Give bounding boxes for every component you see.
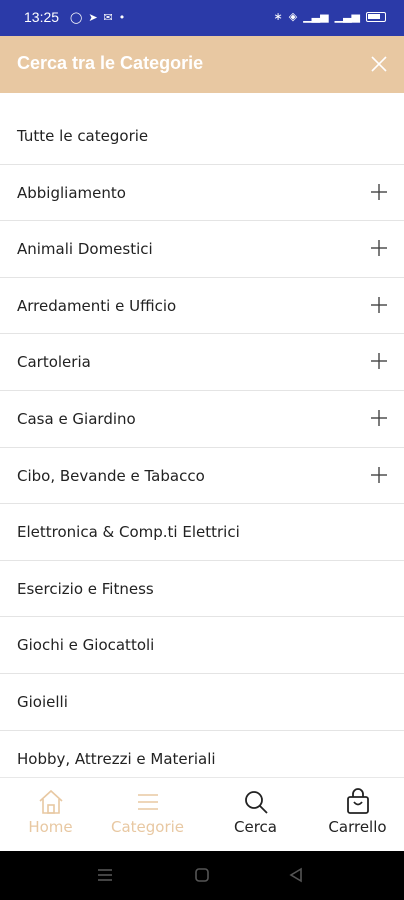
status-bar: 13:25 ◯ ➤ ✉ • ∗ ◈ ▁▃▅ ▁▃▅ bbox=[0, 0, 404, 36]
category-label: Cartoleria bbox=[17, 353, 91, 372]
close-icon[interactable] bbox=[368, 53, 390, 75]
menu-icon bbox=[137, 794, 158, 810]
signal-icon-2: ▁▃▅ bbox=[334, 10, 360, 23]
back-icon[interactable] bbox=[288, 867, 304, 883]
whatsapp-icon: ◯ bbox=[70, 11, 83, 24]
vibrate-icon: ◈ bbox=[288, 10, 298, 23]
cart-icon bbox=[346, 788, 369, 814]
nav-categorie-label: Categorie bbox=[110, 818, 185, 836]
category-label: Tutte le categorie bbox=[17, 127, 149, 145]
category-label: Arredamenti e Ufficio bbox=[17, 296, 177, 315]
mail-icon: ✉ bbox=[103, 11, 113, 24]
plus-icon[interactable] bbox=[370, 183, 388, 201]
plus-icon[interactable] bbox=[370, 352, 388, 370]
plus-icon[interactable] bbox=[370, 466, 388, 484]
category-label: Cibo, Bevande e Tabacco bbox=[17, 466, 205, 485]
home-button-icon[interactable] bbox=[194, 867, 210, 883]
category-label: Abbigliamento bbox=[17, 183, 126, 202]
category-label: Esercizio e Fitness bbox=[17, 579, 154, 598]
search-icon bbox=[244, 791, 268, 814]
notification-icons: ◯ ➤ ✉ • bbox=[70, 11, 125, 24]
category-label: Giochi e Giocattoli bbox=[17, 636, 155, 655]
nav-carrello[interactable]: Carrello bbox=[307, 778, 404, 852]
category-item[interactable]: Cibo, Bevande e Tabacco bbox=[0, 448, 404, 505]
nav-home-label: Home bbox=[28, 818, 73, 836]
recents-icon[interactable] bbox=[96, 867, 114, 883]
dot-icon: • bbox=[118, 11, 126, 24]
category-item[interactable]: Casa e Giardino bbox=[0, 391, 404, 448]
category-item[interactable]: Arredamenti e Ufficio bbox=[0, 278, 404, 335]
nav-carrello-label: Carrello bbox=[328, 818, 387, 836]
nav-home[interactable]: Home bbox=[0, 778, 101, 852]
category-label: Elettronica & Comp.ti Elettrici bbox=[17, 523, 240, 542]
plus-icon[interactable] bbox=[370, 409, 388, 427]
system-nav-bar bbox=[0, 851, 404, 900]
category-item[interactable]: Cartoleria bbox=[0, 334, 404, 391]
nav-categorie[interactable]: Categorie bbox=[97, 778, 198, 852]
category-item[interactable]: Elettronica & Comp.ti Elettrici bbox=[0, 504, 404, 561]
category-item[interactable]: Tutte le categorie bbox=[0, 108, 404, 165]
category-item[interactable]: Esercizio e Fitness bbox=[0, 561, 404, 618]
home-icon bbox=[38, 789, 63, 814]
page-title: Cerca tra le Categorie bbox=[17, 53, 204, 73]
bluetooth-icon: ∗ bbox=[273, 10, 283, 23]
category-item[interactable]: Gioielli bbox=[0, 674, 404, 731]
category-item[interactable]: Hobby, Attrezzi e Materiali bbox=[0, 731, 404, 776]
category-item[interactable]: Giochi e Giocattoli bbox=[0, 617, 404, 674]
category-label: Casa e Giardino bbox=[17, 409, 136, 428]
battery-icon bbox=[366, 11, 386, 22]
system-icons: ∗ ◈ ▁▃▅ ▁▃▅ bbox=[274, 10, 386, 23]
category-label: Animali Domestici bbox=[17, 240, 153, 259]
bottom-nav: Home Categorie Cerca Carrello bbox=[0, 777, 404, 851]
category-item[interactable]: Animali Domestici bbox=[0, 221, 404, 278]
header: Cerca tra le Categorie bbox=[0, 36, 404, 93]
plus-icon[interactable] bbox=[370, 239, 388, 257]
plus-icon[interactable] bbox=[370, 296, 388, 314]
nav-cerca[interactable]: Cerca bbox=[205, 778, 306, 852]
telegram-icon: ➤ bbox=[88, 11, 98, 24]
category-label: Gioielli bbox=[17, 692, 68, 711]
signal-icon: ▁▃▅ bbox=[303, 10, 329, 23]
category-list: Tutte le categorie Abbigliamento Animali D… bbox=[0, 108, 404, 776]
status-time: 13:25 bbox=[24, 9, 60, 25]
category-label: Hobby, Attrezzi e Materiali bbox=[17, 749, 216, 768]
nav-cerca-label: Cerca bbox=[234, 818, 277, 836]
category-item[interactable]: Abbigliamento bbox=[0, 165, 404, 222]
